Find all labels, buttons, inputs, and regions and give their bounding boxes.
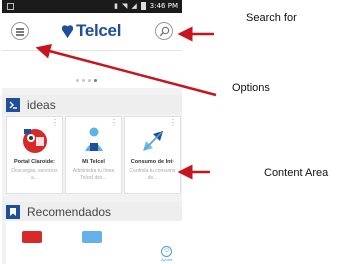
annotation-search: Search for	[246, 12, 297, 24]
options-annotation-arrow	[35, 43, 217, 97]
annotation-content-area: Content Area	[264, 167, 329, 179]
annotation-arrows	[35, 26, 217, 180]
annotation-options: Options	[232, 82, 270, 94]
